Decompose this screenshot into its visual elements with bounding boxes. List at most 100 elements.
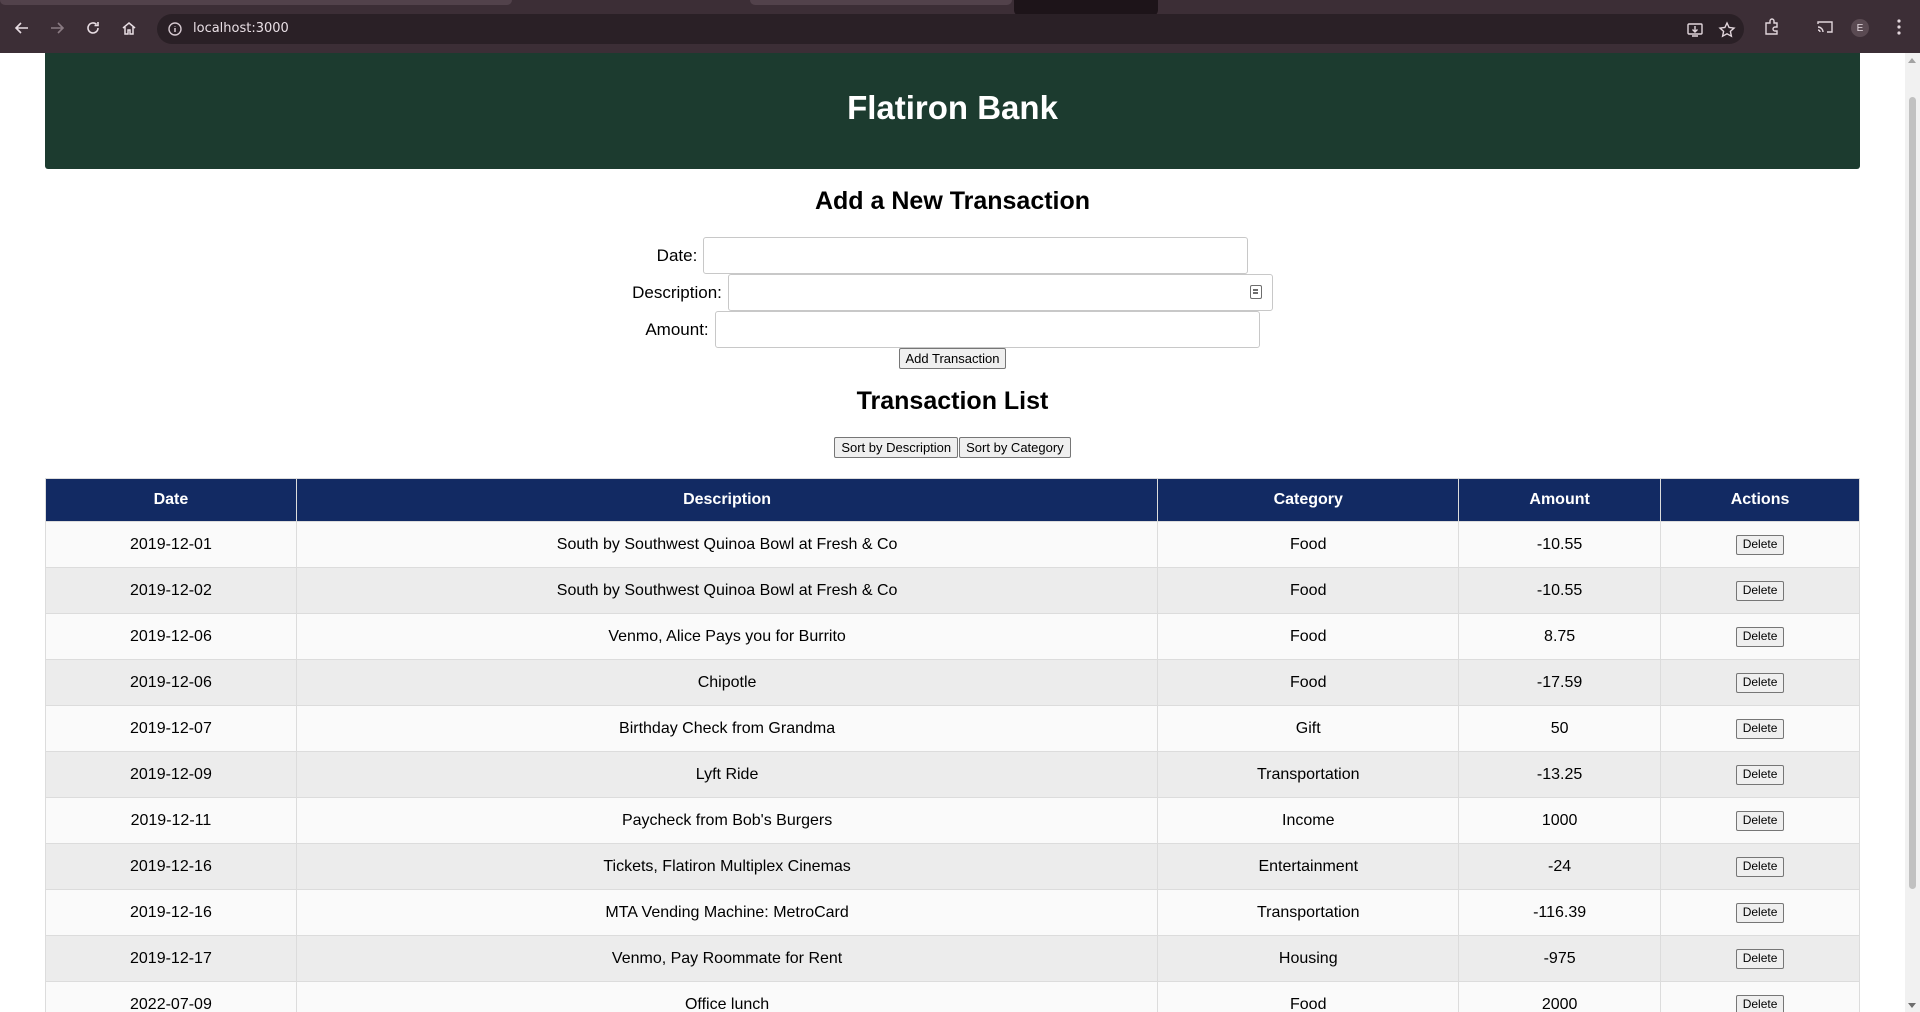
table-body: 2019-12-01 South by Southwest Quinoa Bowl… — [45, 521, 1860, 1012]
cell-actions: Delete — [1660, 613, 1860, 660]
cell-description: South by Southwest Quinoa Bowl at Fresh … — [295, 567, 1159, 614]
cell-date: 2019-12-17 — [45, 935, 297, 982]
profile-avatar[interactable]: E — [1851, 19, 1869, 37]
cell-description: Venmo, Alice Pays you for Burrito — [295, 613, 1159, 660]
add-button-row: Add Transaction — [0, 348, 1905, 369]
table-row: 2019-12-16 MTA Vending Machine: MetroCard… — [45, 889, 1860, 936]
column-header-amount: Amount — [1458, 478, 1662, 522]
cell-description: Tickets, Flatiron Multiplex Cinemas — [295, 843, 1159, 890]
cell-description: Venmo, Pay Roommate for Rent — [295, 935, 1159, 982]
scroll-thumb[interactable] — [1909, 97, 1916, 889]
cell-category: Food — [1157, 659, 1460, 706]
page-scrollbar[interactable] — [1905, 53, 1920, 1012]
cell-description: South by Southwest Quinoa Bowl at Fresh … — [295, 521, 1159, 568]
cell-category: Transportation — [1157, 751, 1460, 798]
amount-input[interactable] — [714, 311, 1260, 348]
delete-button[interactable]: Delete — [1735, 810, 1785, 831]
sort-controls: Sort by Description Sort by Category — [0, 437, 1905, 458]
cell-date: 2019-12-11 — [45, 797, 297, 844]
delete-button[interactable]: Delete — [1735, 672, 1785, 693]
description-label: Description: — [632, 282, 722, 302]
table-row: 2019-12-11 Paycheck from Bob's Burgers Inc… — [45, 797, 1860, 844]
cell-actions: Delete — [1660, 567, 1860, 614]
cell-category: Housing — [1157, 935, 1460, 982]
table-row: 2022-07-09 Office lunch Food 2000 Delete — [45, 981, 1860, 1012]
cell-actions: Delete — [1660, 843, 1860, 890]
bookmark-star-icon[interactable] — [1718, 21, 1736, 39]
cell-category: Gift — [1157, 705, 1460, 752]
sort-by-category-button[interactable]: Sort by Category — [959, 437, 1071, 458]
delete-button[interactable]: Delete — [1735, 856, 1785, 877]
cell-description: MTA Vending Machine: MetroCard — [295, 889, 1159, 936]
delete-button[interactable]: Delete — [1735, 764, 1785, 785]
cell-amount: 1000 — [1458, 797, 1662, 844]
back-icon[interactable] — [10, 16, 34, 40]
url-text[interactable]: localhost:3000 — [193, 21, 289, 36]
table-row: 2019-12-17 Venmo, Pay Roommate for Rent Ho… — [45, 935, 1860, 982]
install-app-icon[interactable] — [1686, 21, 1704, 39]
cell-amount: -17.59 — [1458, 659, 1662, 706]
cell-actions: Delete — [1660, 751, 1860, 798]
sort-by-description-button[interactable]: Sort by Description — [834, 437, 959, 458]
cell-amount: 8.75 — [1458, 613, 1662, 660]
delete-button[interactable]: Delete — [1735, 718, 1785, 739]
cell-amount: -10.55 — [1458, 567, 1662, 614]
add-transaction-button[interactable]: Add Transaction — [898, 348, 1007, 369]
delete-button[interactable]: Delete — [1735, 994, 1785, 1012]
list-title: Transaction List — [856, 387, 1049, 415]
delete-button[interactable]: Delete — [1735, 902, 1785, 923]
column-header-description: Description — [295, 478, 1159, 522]
cast-icon[interactable] — [1815, 17, 1835, 37]
column-header-actions: Actions — [1660, 478, 1860, 522]
cell-actions: Delete — [1660, 889, 1860, 936]
cell-date: 2022-07-09 — [45, 981, 297, 1012]
delete-button[interactable]: Delete — [1735, 534, 1785, 555]
cell-date: 2019-12-06 — [45, 613, 297, 660]
delete-button[interactable]: Delete — [1735, 580, 1785, 601]
browser-toolbar: localhost:3000 E — [0, 0, 1920, 53]
extensions-icon[interactable] — [1762, 17, 1782, 37]
date-row: Date: — [0, 237, 1905, 274]
column-header-date: Date — [45, 478, 297, 522]
forward-icon[interactable] — [45, 16, 69, 40]
browser-tab[interactable] — [750, 0, 1012, 5]
table-row: 2019-12-09 Lyft Ride Transportation -13.25 D… — [45, 751, 1860, 798]
description-field-wrap — [727, 274, 1273, 311]
cell-category: Food — [1157, 521, 1460, 568]
cell-date: 2019-12-02 — [45, 567, 297, 614]
cell-description: Chipotle — [295, 659, 1159, 706]
autofill-icon[interactable] — [1249, 285, 1262, 299]
table-header-row: Date Description Category Amount Actions — [45, 478, 1860, 522]
browser-tab[interactable] — [0, 0, 512, 5]
cell-date: 2019-12-16 — [45, 889, 297, 936]
amount-row: Amount: — [0, 311, 1905, 348]
column-header-category: Category — [1157, 478, 1460, 522]
table-row: 2019-12-02 South by Southwest Quinoa Bowl… — [45, 567, 1860, 614]
table-row: 2019-12-06 Chipotle Food -17.59 Delete — [45, 659, 1860, 706]
cell-actions: Delete — [1660, 521, 1860, 568]
home-icon[interactable] — [117, 16, 141, 40]
menu-kebab-icon[interactable] — [1889, 17, 1909, 37]
reload-icon[interactable] — [81, 16, 105, 40]
scroll-down-arrow[interactable] — [1908, 1003, 1916, 1008]
address-bar[interactable]: localhost:3000 — [157, 14, 1744, 44]
date-label: Date: — [656, 245, 698, 265]
transactions-table: Date Description Category Amount Actions… — [45, 478, 1860, 1012]
date-input[interactable] — [703, 237, 1249, 274]
cell-category: Transportation — [1157, 889, 1460, 936]
cell-description: Office lunch — [295, 981, 1159, 1012]
cell-amount: -24 — [1458, 843, 1662, 890]
cell-date: 2019-12-06 — [45, 659, 297, 706]
scroll-up-arrow[interactable] — [1908, 58, 1916, 63]
description-input[interactable] — [727, 274, 1273, 311]
bank-header: Flatiron Bank — [45, 53, 1860, 169]
cell-amount: -116.39 — [1458, 889, 1662, 936]
delete-button[interactable]: Delete — [1735, 626, 1785, 647]
cell-description: Paycheck from Bob's Burgers — [295, 797, 1159, 844]
table-row: 2019-12-07 Birthday Check from Grandma Gif… — [45, 705, 1860, 752]
cell-description: Birthday Check from Grandma — [295, 705, 1159, 752]
site-info-icon[interactable] — [167, 21, 183, 37]
cell-date: 2019-12-16 — [45, 843, 297, 890]
delete-button[interactable]: Delete — [1735, 948, 1785, 969]
table-row: 2019-12-01 South by Southwest Quinoa Bowl… — [45, 521, 1860, 568]
